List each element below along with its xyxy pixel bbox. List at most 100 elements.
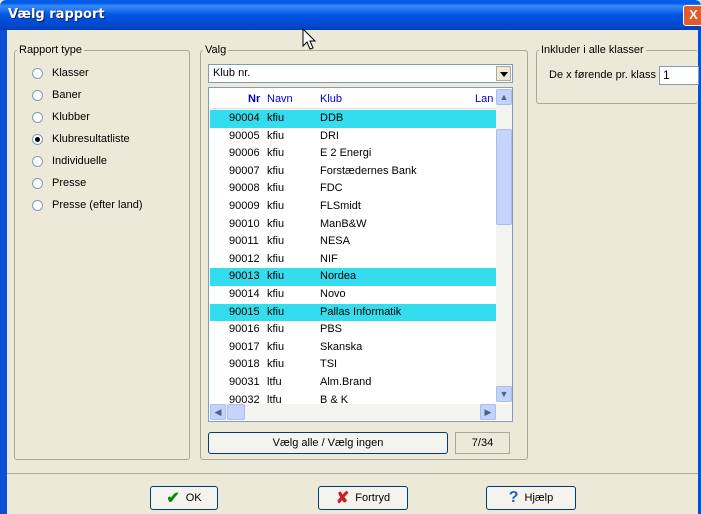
vertical-scrollbar[interactable]: ▲ ▼ (496, 89, 512, 402)
table-row[interactable]: 90011 kfiu NESA (210, 233, 496, 251)
horizontal-scroll-thumb[interactable] (227, 404, 245, 420)
cell-nr: 90017 (229, 340, 260, 353)
column-header-nr[interactable]: Nr (248, 93, 260, 105)
grid-header: Nr Navn Klub Lan (210, 89, 496, 109)
cell-nr: 90018 (229, 358, 260, 371)
cell-navn: kfiu (267, 340, 285, 353)
cell-klub: E 2 Energi (320, 147, 372, 160)
rapport-type-option-label: Presse (efter land) (52, 199, 143, 211)
table-row[interactable]: 90006 kfiu E 2 Energi (210, 145, 496, 163)
table-row[interactable]: 90013 kfiu Nordea (210, 268, 496, 286)
cell-nr: 90008 (229, 182, 260, 195)
rapport-type-option[interactable]: Klasser (32, 65, 89, 81)
table-row[interactable]: 90009 kfiu FLSmidt (210, 198, 496, 216)
rapport-type-option[interactable]: Baner (32, 87, 81, 103)
cell-navn: kfiu (267, 287, 285, 300)
cell-nr: 90007 (229, 164, 260, 177)
cell-nr: 90004 (229, 112, 260, 124)
table-row[interactable]: 90007 kfiu Forstædernes Bank (210, 163, 496, 181)
cell-navn: kfiu (267, 199, 285, 212)
chevron-down-icon[interactable] (496, 66, 511, 81)
horizontal-scrollbar[interactable]: ◀ ▶ (210, 404, 512, 420)
table-row[interactable]: 90008 kfiu FDC (210, 180, 496, 198)
radio-button[interactable] (32, 133, 43, 145)
cell-nr: 90010 (229, 217, 260, 230)
rapport-type-option[interactable]: Klubresultatliste (32, 131, 130, 147)
column-header-klub[interactable]: Klub (320, 93, 342, 105)
rapport-type-option[interactable]: Individuelle (32, 153, 107, 169)
cell-klub: Forstædernes Bank (320, 164, 417, 177)
radio-button[interactable] (32, 199, 43, 211)
rapport-type-option[interactable]: Klubber (32, 109, 90, 125)
cell-klub: DDB (320, 112, 344, 124)
top-x-label: De x førende pr. klass (549, 69, 656, 81)
vertical-scroll-thumb[interactable] (496, 129, 512, 225)
cell-nr: 90012 (229, 252, 260, 265)
help-button[interactable]: ? Hjælp (486, 486, 576, 510)
scroll-right-button[interactable]: ▶ (480, 404, 496, 420)
rapport-type-option[interactable]: Presse (efter land) (32, 197, 142, 213)
radio-button[interactable] (32, 155, 43, 167)
rapport-type-legend: Rapport type (19, 44, 82, 56)
rapport-type-option-label: Klubresultatliste (52, 133, 130, 145)
cell-nr: 90031 (229, 375, 260, 388)
radio-button[interactable] (32, 177, 43, 189)
table-row[interactable]: 90016 kfiu PBS (210, 321, 496, 339)
ok-label: OK (185, 492, 202, 504)
table-row[interactable]: 90031 ltfu Alm.Brand (210, 374, 496, 392)
cell-nr: 90011 (229, 235, 259, 248)
table-row[interactable]: 90010 kfiu ManB&W (210, 216, 496, 234)
column-header-navn[interactable]: Navn (267, 93, 293, 105)
chevron-right-icon: ▶ (484, 407, 492, 417)
cell-klub: FDC (320, 182, 343, 195)
cell-navn: kfiu (267, 252, 285, 265)
table-row[interactable]: 90005 kfiu DRI (210, 128, 496, 146)
scroll-up-button[interactable]: ▲ (496, 89, 512, 105)
cell-navn: kfiu (267, 112, 285, 124)
table-row[interactable]: 90004 kfiu DDB (210, 110, 496, 128)
radio-button[interactable] (32, 111, 43, 123)
rapport-type-option[interactable]: Presse (32, 175, 86, 191)
cell-klub: PBS (320, 323, 343, 336)
radio-button[interactable] (32, 67, 43, 79)
rapport-type-group: Rapport type (14, 44, 190, 460)
radio-button[interactable] (32, 89, 43, 101)
cancel-button[interactable]: ✘ Fortryd (318, 486, 408, 510)
cell-navn: kfiu (267, 217, 285, 230)
sort-dropdown[interactable]: Klub nr. (208, 64, 513, 83)
close-icon: X (689, 7, 698, 22)
footer-separator (7, 473, 698, 474)
scroll-left-button[interactable]: ◀ (210, 404, 226, 420)
cell-klub: Skanska (320, 340, 363, 353)
close-button[interactable]: X (683, 5, 701, 26)
selection-count: 7/34 (455, 432, 510, 454)
window-title: Vælg rapport (8, 7, 105, 22)
select-all-button[interactable]: Vælg alle / Vælg ingen (208, 432, 448, 454)
table-row[interactable]: 90014 kfiu Novo (210, 286, 496, 304)
cell-navn: kfiu (267, 164, 285, 177)
top-x-input[interactable]: 1 (659, 66, 699, 85)
table-row[interactable]: 90012 kfiu NIF (210, 251, 496, 269)
table-row[interactable]: 90015 kfiu Pallas Informatik (210, 303, 496, 322)
cell-navn: kfiu (267, 305, 285, 318)
club-grid[interactable]: Nr Navn Klub Lan 90004 kfiu DDB 90005 kfiu DR… (208, 87, 513, 422)
grid-body: 90004 kfiu DDB 90005 kfiu DRI 90006 kfiu E 2 Ene… (210, 110, 496, 409)
scroll-down-button[interactable]: ▼ (496, 386, 512, 402)
help-icon: ? (508, 489, 519, 506)
cell-navn: kfiu (267, 323, 285, 336)
sort-dropdown-value: Klub nr. (213, 67, 251, 79)
mouse-cursor-icon (302, 28, 317, 50)
cell-nr: 90009 (229, 199, 260, 212)
ok-button[interactable]: ✔ OK (150, 486, 218, 510)
cell-klub: DRI (320, 129, 339, 142)
cell-klub: ManB&W (320, 217, 367, 230)
rapport-type-option-label: Presse (52, 177, 87, 189)
cell-klub: NESA (320, 235, 350, 248)
table-row[interactable]: 90018 kfiu TSI (210, 356, 496, 374)
table-row[interactable]: 90017 kfiu Skanska (210, 339, 496, 357)
chevron-up-icon: ▲ (499, 92, 509, 102)
column-header-land[interactable]: Lan (475, 93, 493, 105)
rapport-type-option-label: Klubber (52, 111, 90, 123)
rapport-type-option-label: Baner (52, 89, 82, 101)
cell-nr: 90016 (229, 323, 260, 336)
